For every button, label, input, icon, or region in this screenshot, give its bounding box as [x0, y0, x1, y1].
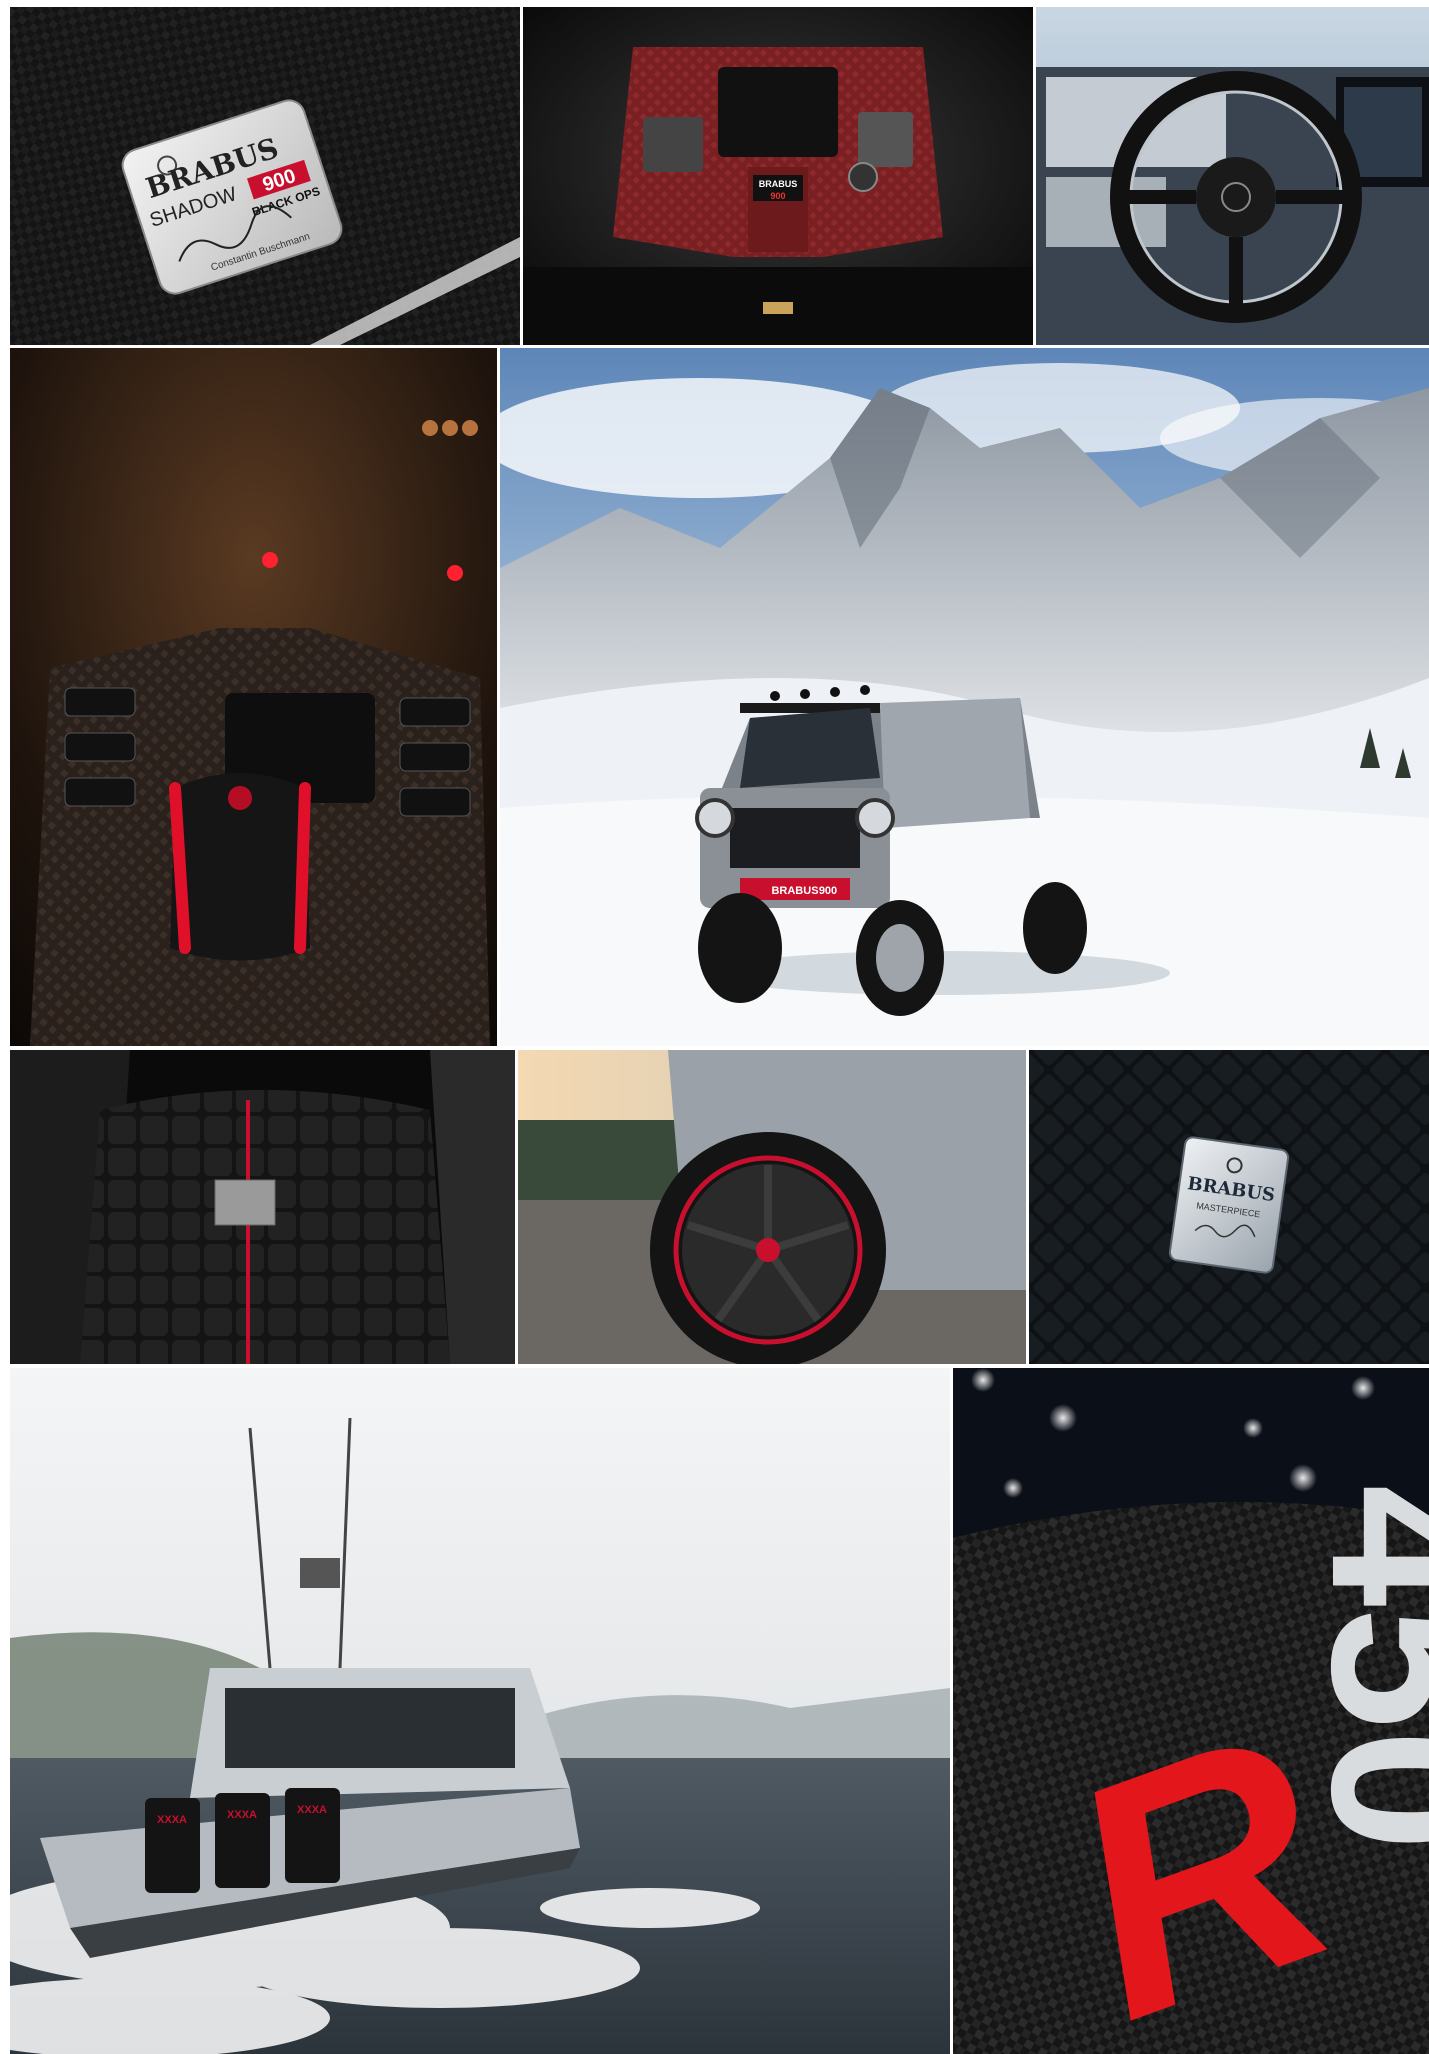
engine-brand-label: XXXA: [157, 1814, 187, 1826]
tile-g-class-in-snow[interactable]: BRABUS 900: [500, 348, 1429, 1046]
outboard-engine: [285, 1788, 340, 1883]
engine-bay-photo: BRABUS 900: [523, 7, 1033, 345]
plate-number: 900: [819, 885, 837, 897]
tile-engine-bay[interactable]: BRABUS 900: [523, 7, 1033, 345]
engine-brand-label: XXXA: [227, 1809, 257, 1821]
oil-cap-icon: [848, 162, 878, 192]
speedboat-photo: XXXA XXXA XXXA: [10, 1368, 950, 2054]
engine-number: 900: [770, 191, 785, 201]
plate-brand: BRABUS: [771, 885, 818, 897]
engine-brand: BRABUS: [759, 179, 798, 189]
tile-wheel-closeup[interactable]: [518, 1050, 1026, 1364]
tile-carbon-badge[interactable]: BRABUS SHADOW 900 BLACK OPS Constantin B…: [10, 7, 520, 345]
masterpiece-plaque-photo: BRABUS MASTERPIECE: [1029, 1050, 1429, 1364]
boat-helm-photo: [1036, 7, 1429, 345]
tile-450r-carbon-badge[interactable]: 450 R: [953, 1368, 1429, 2054]
engine-brand-label: XXXA: [297, 1804, 327, 1816]
g-class-snow-photo: BRABUS 900: [500, 348, 1429, 1046]
tile-masterpiece-plaque[interactable]: BRABUS MASTERPIECE: [1029, 1050, 1429, 1364]
outboard-engine: [145, 1798, 200, 1893]
tile-quilted-seat[interactable]: [10, 1050, 515, 1364]
grille: [730, 808, 860, 868]
brabus-logo-icon: [756, 1238, 780, 1262]
carbon-badge-photo: BRABUS SHADOW 900 BLACK OPS Constantin B…: [10, 7, 520, 345]
tile-boat-helm[interactable]: [1036, 7, 1429, 345]
headlight-icon: [695, 798, 735, 838]
wheel-icon: [698, 893, 782, 1003]
wheel-icon: [1023, 882, 1087, 974]
tile-speedboat[interactable]: XXXA XXXA XXXA: [10, 1368, 950, 2054]
quilted-leather: [80, 1090, 450, 1364]
badge-digits: 450: [1286, 1484, 1429, 1851]
outboard-engine: [215, 1793, 270, 1888]
brabus-logo-icon: [228, 786, 252, 810]
headlight-icon: [855, 798, 895, 838]
tile-gear-selector[interactable]: [10, 348, 497, 1046]
450r-badge-photo: 450 R: [953, 1368, 1429, 2054]
wheel-closeup-photo: [518, 1050, 1026, 1364]
seat-badge: [214, 1179, 276, 1226]
quilted-seat-photo: [10, 1050, 515, 1364]
gear-selector-photo: [10, 348, 497, 1046]
